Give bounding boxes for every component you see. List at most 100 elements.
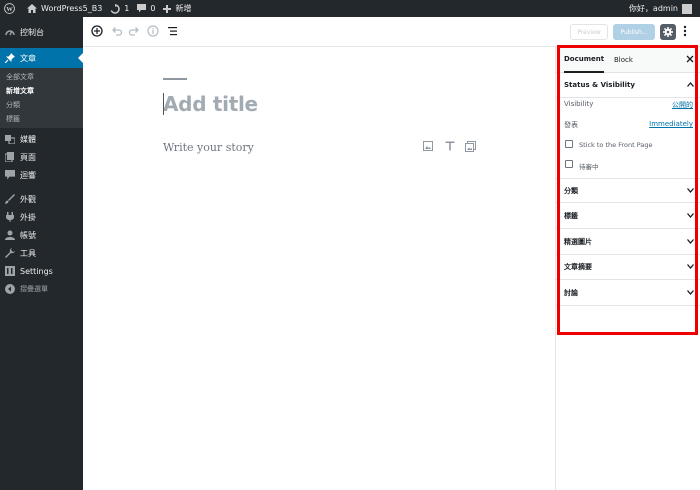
submenu-add-new[interactable]: 新增文章 <box>6 86 34 96</box>
settings-sliders-icon <box>5 266 15 276</box>
preview-button[interactable]: Preview <box>570 24 608 40</box>
updates-count: 1 <box>124 4 130 13</box>
submenu-categories[interactable]: 分類 <box>6 100 20 110</box>
updates-icon <box>110 3 124 14</box>
menu-posts[interactable]: 文章 <box>0 48 83 68</box>
menu-media[interactable]: 媒體 <box>0 131 83 147</box>
plugin-icon <box>5 212 15 222</box>
menu-settings[interactable]: Settings <box>0 263 83 279</box>
pending-checkbox[interactable] <box>565 160 573 168</box>
user-icon <box>5 230 15 240</box>
avatar <box>682 3 692 14</box>
pushpin-icon <box>5 53 15 63</box>
panel-discussion[interactable]: 討論 <box>556 281 700 306</box>
updates-menu[interactable]: 1 <box>106 0 133 17</box>
publish-button[interactable]: Publish... <box>613 24 655 40</box>
menu-label: 媒體 <box>20 134 36 144</box>
panel-title: Status & Visibility <box>564 81 635 89</box>
home-icon <box>27 4 41 13</box>
menu-pages[interactable]: 頁面 <box>0 149 83 165</box>
new-label: 新增 <box>175 4 192 13</box>
panel-excerpt[interactable]: 文章摘要 <box>556 255 700 280</box>
greeting: 你好，admin <box>628 4 678 13</box>
panel-title: 精選圖片 <box>564 238 592 246</box>
comments-count: 0 <box>150 4 156 13</box>
menu-comments[interactable]: 迴響 <box>0 167 83 183</box>
menu-label: 外觀 <box>20 194 36 204</box>
redo-icon[interactable] <box>128 25 140 37</box>
tab-block[interactable]: Block <box>614 47 633 73</box>
settings-toggle-button[interactable] <box>660 24 676 40</box>
settings-sidebar: Document Block Status & Visibility Visib… <box>555 47 700 490</box>
menu-label: 迴響 <box>20 170 36 180</box>
menu-appearance[interactable]: 外觀 <box>0 191 83 207</box>
sticky-label: Stick to the Front Page <box>579 141 653 149</box>
tab-document[interactable]: Document <box>564 47 605 73</box>
comments-menu[interactable]: 0 <box>133 0 159 17</box>
submenu-all-posts[interactable]: 全部文章 <box>6 72 34 82</box>
collapse-menu[interactable]: 摺疊選單 <box>0 281 83 297</box>
wordpress-logo-icon: W <box>4 3 19 14</box>
body-placeholder[interactable]: Write your story <box>163 141 254 154</box>
menu-label: 外掛 <box>20 212 36 222</box>
paintbrush-icon <box>5 194 15 204</box>
menu-label: 摺疊選單 <box>20 285 48 293</box>
block-navigation-icon[interactable] <box>167 25 179 37</box>
site-name-menu[interactable]: WordPress5_B3 <box>23 0 106 17</box>
info-icon[interactable] <box>147 25 159 37</box>
panel-categories[interactable]: 分類 <box>556 178 700 203</box>
chevron-down-icon <box>687 264 694 269</box>
panel-tags[interactable]: 標籤 <box>556 204 700 229</box>
menu-label: 頁面 <box>20 152 36 162</box>
image-block-icon[interactable] <box>423 141 433 151</box>
menu-label: 文章 <box>20 53 36 63</box>
title-divider <box>163 78 187 80</box>
menu-tools[interactable]: 工具 <box>0 245 83 261</box>
chevron-down-icon <box>687 213 694 218</box>
menu-users[interactable]: 帳號 <box>0 227 83 243</box>
menu-dashboard[interactable]: 控制台 <box>0 24 83 40</box>
menu-label: 控制台 <box>20 27 44 37</box>
chevron-down-icon <box>687 239 694 244</box>
panel-title: 分類 <box>564 186 578 195</box>
gear-icon <box>663 27 673 37</box>
admin-bar: W WordPress5_B3 1 0 新增 你好，admin <box>0 0 700 17</box>
publish-date-toggle[interactable]: Immediately <box>649 120 693 128</box>
comments-icon <box>5 170 15 180</box>
close-icon[interactable] <box>686 55 694 63</box>
menu-label: 帳號 <box>20 230 36 240</box>
panel-title: 標籤 <box>564 212 578 220</box>
media-icon <box>5 134 15 144</box>
text-caret <box>163 93 164 115</box>
undo-icon[interactable] <box>111 25 123 37</box>
publish-label: 發表 <box>564 121 578 129</box>
account-menu[interactable]: 你好，admin <box>625 0 696 17</box>
wp-logo-menu[interactable]: W <box>0 0 23 17</box>
panel-title: 文章摘要 <box>564 263 592 271</box>
add-block-icon[interactable] <box>91 25 103 37</box>
menu-label: 工具 <box>20 248 36 258</box>
posts-submenu: 全部文章 新增文章 分類 標籤 <box>0 68 83 128</box>
visibility-toggle[interactable]: 公開的 <box>672 100 693 110</box>
settings-tabs: Document Block <box>556 47 700 73</box>
panel-featured-image[interactable]: 精選圖片 <box>556 230 700 255</box>
new-content-menu[interactable]: 新增 <box>159 0 195 17</box>
gallery-block-icon[interactable] <box>465 141 476 152</box>
admin-sidebar: 控制台 文章 全部文章 新增文章 分類 標籤 媒體 頁面 迴響 外觀 外掛 帳號… <box>0 17 83 490</box>
pending-label: 待審中 <box>579 163 599 171</box>
more-options-icon[interactable] <box>683 25 687 37</box>
menu-plugins[interactable]: 外掛 <box>0 209 83 225</box>
heading-block-icon[interactable] <box>445 141 455 151</box>
submenu-tags[interactable]: 標籤 <box>6 114 20 124</box>
title-input[interactable]: Add title <box>163 92 258 116</box>
dashboard-icon <box>5 27 15 37</box>
status-visibility-header[interactable]: Status & Visibility <box>556 73 700 98</box>
chevron-down-icon <box>687 290 694 295</box>
comment-bubble-icon <box>137 4 150 13</box>
wrench-icon <box>5 248 15 258</box>
chevron-down-icon <box>687 188 694 193</box>
collapse-arrow-icon <box>5 284 15 294</box>
panel-title: 討論 <box>564 289 578 297</box>
sticky-checkbox[interactable] <box>565 140 573 148</box>
editor-canvas: Add title Write your story <box>83 47 555 490</box>
